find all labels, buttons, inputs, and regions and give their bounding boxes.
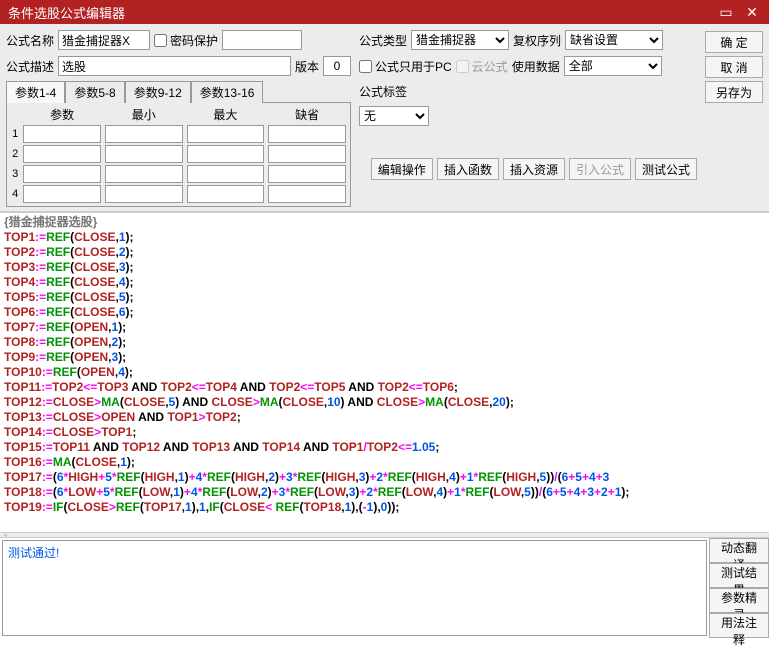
pwd-checkbox[interactable]: 密码保护 (154, 32, 218, 49)
param-header-def: 缺省 (266, 105, 348, 124)
param-max-input[interactable] (187, 185, 265, 203)
tab-params-1-4[interactable]: 参数1-4 (6, 81, 65, 103)
param-def-input[interactable] (268, 145, 346, 163)
param-row: 4 (9, 184, 348, 204)
version-label: 版本 (295, 58, 319, 75)
collapse-icon[interactable]: ◦ (4, 530, 7, 540)
testf-button[interactable]: 测试公式 (635, 158, 697, 180)
param-header-max: 最大 (185, 105, 267, 124)
usage-button[interactable]: 用法注释 (709, 613, 769, 638)
param-def-input[interactable] (268, 125, 346, 143)
code-editor[interactable]: {猎金捕捉器选股} TOP1:=REF(CLOSE,1); TOP2:=REF(… (0, 212, 769, 532)
param-row: 3 (9, 164, 348, 184)
rightseq-select[interactable]: 缺省设置 (565, 30, 663, 50)
insertres-button[interactable]: 插入资源 (503, 158, 565, 180)
usedata-label: 使用数据 (512, 58, 560, 75)
param-row-idx: 3 (9, 164, 21, 184)
type-select[interactable]: 猎金捕捉器 (411, 30, 509, 50)
ok-button[interactable]: 确 定 (705, 31, 763, 53)
testres-button[interactable]: 测试结果 (709, 563, 769, 588)
result-panel: 测试通过! (2, 540, 707, 636)
param-def-input[interactable] (268, 165, 346, 183)
param-name-input[interactable] (23, 165, 101, 183)
importf-button[interactable]: 引入公式 (569, 158, 631, 180)
tab-params-9-12[interactable]: 参数9-12 (125, 81, 191, 103)
cancel-button[interactable]: 取 消 (705, 56, 763, 78)
param-row: 1 (9, 124, 348, 144)
window-title: 条件选股公式编辑器 (8, 3, 713, 22)
form-area: 公式名称 密码保护 公式描述 版本 参数1-4 参数5-8 参数9-12 参数1… (0, 24, 769, 212)
version-input[interactable] (323, 56, 351, 76)
param-min-input[interactable] (105, 185, 183, 203)
type-label: 公式类型 (359, 32, 407, 49)
param-name-input[interactable] (23, 125, 101, 143)
rightseq-label: 复权序列 (513, 32, 561, 49)
param-header-min: 最小 (103, 105, 185, 124)
usedata-select[interactable]: 全部 (564, 56, 662, 76)
param-tabs: 参数1-4 参数5-8 参数9-12 参数13-16 (6, 81, 351, 103)
minimize-icon[interactable]: ▭ (713, 4, 739, 21)
param-grid: 参数 最小 最大 缺省 1234 (6, 102, 351, 207)
tab-params-13-16[interactable]: 参数13-16 (191, 81, 264, 103)
param-name-input[interactable] (23, 145, 101, 163)
param-min-input[interactable] (105, 145, 183, 163)
action-row: 编辑操作 插入函数 插入资源 引入公式 测试公式 (359, 158, 697, 180)
param-max-input[interactable] (187, 125, 265, 143)
cloud-checkbox: 云公式 (456, 58, 508, 75)
pwd-input[interactable] (222, 30, 302, 50)
param-max-input[interactable] (187, 165, 265, 183)
pconly-checkbox[interactable]: 公式只用于PC (359, 58, 452, 75)
paramwiz-button[interactable]: 参数精灵 (709, 588, 769, 613)
param-row-idx: 1 (9, 124, 21, 144)
param-row: 2 (9, 144, 348, 164)
saveas-button[interactable]: 另存为 (705, 81, 763, 103)
desc-label: 公式描述 (6, 58, 54, 75)
dyntrans-button[interactable]: 动态翻译 (709, 538, 769, 563)
param-name-input[interactable] (23, 185, 101, 203)
param-def-input[interactable] (268, 185, 346, 203)
desc-input[interactable] (58, 56, 291, 76)
name-input[interactable] (58, 30, 150, 50)
close-icon[interactable]: ✕ (739, 4, 765, 21)
param-row-idx: 4 (9, 184, 21, 204)
param-min-input[interactable] (105, 165, 183, 183)
tag-select[interactable]: 无 (359, 106, 429, 126)
param-max-input[interactable] (187, 145, 265, 163)
titlebar: 条件选股公式编辑器 ▭ ✕ (0, 0, 769, 24)
editop-button[interactable]: 编辑操作 (371, 158, 433, 180)
tab-params-5-8[interactable]: 参数5-8 (65, 81, 124, 103)
name-label: 公式名称 (6, 32, 54, 49)
tag-label: 公式标签 (359, 83, 407, 100)
param-header-name: 参数 (21, 105, 103, 124)
insertfn-button[interactable]: 插入函数 (437, 158, 499, 180)
param-row-idx: 2 (9, 144, 21, 164)
param-min-input[interactable] (105, 125, 183, 143)
